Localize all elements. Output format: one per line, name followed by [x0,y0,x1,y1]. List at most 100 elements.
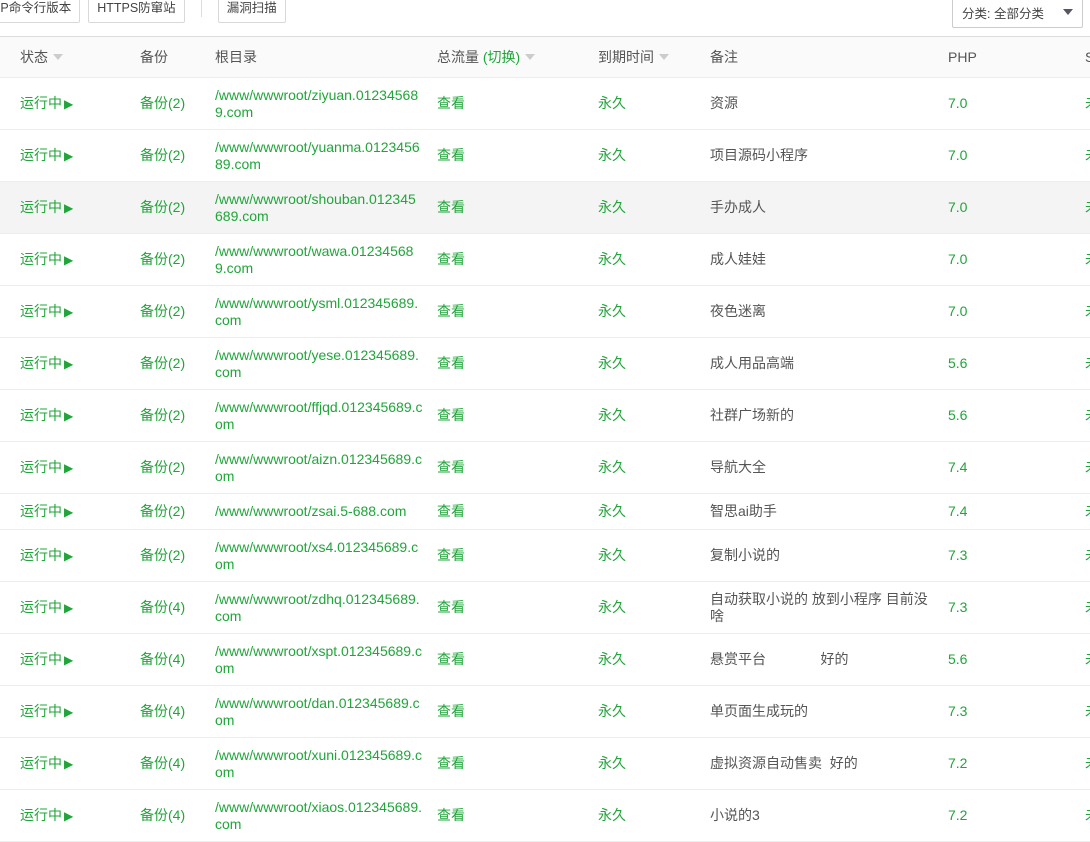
php-version-link[interactable]: 7.3 [948,599,967,615]
root-dir-link[interactable]: /www/wwwroot/yese.012345689.com [215,347,437,381]
backup-link[interactable]: 备份(2) [140,199,185,215]
expire-time-link[interactable]: 永久 [598,355,626,371]
backup-link[interactable]: 备份(2) [140,547,185,563]
site-note[interactable]: 项目源码小程序 [710,130,948,182]
play-icon[interactable]: ▶ [64,653,73,667]
sort-caret-icon[interactable] [525,54,535,60]
backup-link[interactable]: 备份(2) [140,407,185,423]
backup-link[interactable]: 备份(2) [140,303,185,319]
traffic-view-link[interactable]: 查看 [437,459,465,475]
header-status[interactable]: 状态 [0,37,140,78]
traffic-view-link[interactable]: 查看 [437,147,465,163]
ssl-status-link[interactable]: 未部署 [1085,703,1090,719]
play-icon[interactable]: ▶ [64,601,73,615]
site-status-running[interactable]: 运行中 [20,503,62,519]
root-dir-link[interactable]: /www/wwwroot/xspt.012345689.com [215,643,437,677]
traffic-view-link[interactable]: 查看 [437,547,465,563]
traffic-view-link[interactable]: 查看 [437,251,465,267]
site-status-running[interactable]: 运行中 [20,807,62,823]
expire-time-link[interactable]: 永久 [598,147,626,163]
ssl-status-link[interactable]: 未部署 [1085,199,1090,215]
root-dir-link[interactable]: /www/wwwroot/xuni.012345689.com [215,747,437,781]
php-version-link[interactable]: 7.0 [948,251,967,267]
traffic-view-link[interactable]: 查看 [437,503,465,519]
play-icon[interactable]: ▶ [64,757,73,771]
backup-link[interactable]: 备份(4) [140,807,185,823]
sort-caret-icon[interactable] [659,54,669,60]
expire-time-link[interactable]: 永久 [598,703,626,719]
site-status-running[interactable]: 运行中 [20,355,62,371]
play-icon[interactable]: ▶ [64,357,73,371]
site-note[interactable]: 小说的3 [710,790,948,842]
play-icon[interactable]: ▶ [64,305,73,319]
php-version-link[interactable]: 7.2 [948,807,967,823]
expire-time-link[interactable]: 永久 [598,755,626,771]
site-status-running[interactable]: 运行中 [20,95,62,111]
vulnerability-scan-button[interactable]: 漏洞扫描 [218,0,286,23]
ssl-status-link[interactable]: 未部署 [1085,503,1090,519]
expire-time-link[interactable]: 永久 [598,459,626,475]
play-icon[interactable]: ▶ [64,461,73,475]
site-note[interactable]: 复制小说的 [710,530,948,582]
site-note[interactable]: 夜色迷离 [710,286,948,338]
site-status-running[interactable]: 运行中 [20,407,62,423]
header-expire[interactable]: 到期时间 [598,37,710,78]
backup-link[interactable]: 备份(4) [140,651,185,667]
traffic-view-link[interactable]: 查看 [437,407,465,423]
https-anti-hijack-button[interactable]: HTTPS防窜站 [88,0,184,23]
backup-link[interactable]: 备份(2) [140,95,185,111]
php-version-link[interactable]: 5.6 [948,407,967,423]
backup-link[interactable]: 备份(4) [140,599,185,615]
root-dir-link[interactable]: /www/wwwroot/shouban.012345689.com [215,191,437,225]
site-status-running[interactable]: 运行中 [20,251,62,267]
backup-link[interactable]: 备份(4) [140,755,185,771]
expire-time-link[interactable]: 永久 [598,303,626,319]
traffic-view-link[interactable]: 查看 [437,599,465,615]
site-note[interactable]: 导航大全 [710,442,948,494]
site-note[interactable]: 智思ai助手 [710,494,948,530]
php-version-link[interactable]: 5.6 [948,355,967,371]
backup-link[interactable]: 备份(2) [140,147,185,163]
expire-time-link[interactable]: 永久 [598,547,626,563]
root-dir-link[interactable]: /www/wwwroot/xiaos.012345689.com [215,799,437,833]
traffic-view-link[interactable]: 查看 [437,303,465,319]
sort-caret-icon[interactable] [53,54,63,60]
php-version-link[interactable]: 7.4 [948,459,967,475]
php-version-link[interactable]: 7.0 [948,303,967,319]
ssl-status-link[interactable]: 未部署 [1085,459,1090,475]
traffic-view-link[interactable]: 查看 [437,755,465,771]
site-status-running[interactable]: 运行中 [20,651,62,667]
traffic-view-link[interactable]: 查看 [437,703,465,719]
php-version-link[interactable]: 7.3 [948,547,967,563]
ssl-status-link[interactable]: 未部署 [1085,755,1090,771]
header-traffic[interactable]: 总流量 (切换) [437,37,598,78]
play-icon[interactable]: ▶ [64,549,73,563]
expire-time-link[interactable]: 永久 [598,251,626,267]
ssl-status-link[interactable]: 未部署 [1085,407,1090,423]
site-status-running[interactable]: 运行中 [20,459,62,475]
root-dir-link[interactable]: /www/wwwroot/ziyuan.012345689.com [215,87,437,121]
traffic-view-link[interactable]: 查看 [437,199,465,215]
site-status-running[interactable]: 运行中 [20,199,62,215]
php-version-link[interactable]: 7.3 [948,703,967,719]
site-status-running[interactable]: 运行中 [20,703,62,719]
ssl-status-link[interactable]: 未部署 [1085,807,1090,823]
play-icon[interactable]: ▶ [64,253,73,267]
site-status-running[interactable]: 运行中 [20,547,62,563]
expire-time-link[interactable]: 永久 [598,503,626,519]
traffic-view-link[interactable]: 查看 [437,355,465,371]
php-version-link[interactable]: 7.4 [948,503,967,519]
backup-link[interactable]: 备份(2) [140,355,185,371]
php-version-link[interactable]: 5.6 [948,651,967,667]
expire-time-link[interactable]: 永久 [598,199,626,215]
root-dir-link[interactable]: /www/wwwroot/xs4.012345689.com [215,539,437,573]
site-note[interactable]: 单页面生成玩的 [710,686,948,738]
backup-link[interactable]: 备份(2) [140,459,185,475]
traffic-view-link[interactable]: 查看 [437,807,465,823]
site-status-running[interactable]: 运行中 [20,755,62,771]
category-filter-select[interactable]: 分类: 全部分类 [952,0,1083,28]
ssl-status-link[interactable]: 未部署 [1085,355,1090,371]
backup-link[interactable]: 备份(2) [140,251,185,267]
site-status-running[interactable]: 运行中 [20,303,62,319]
site-status-running[interactable]: 运行中 [20,147,62,163]
